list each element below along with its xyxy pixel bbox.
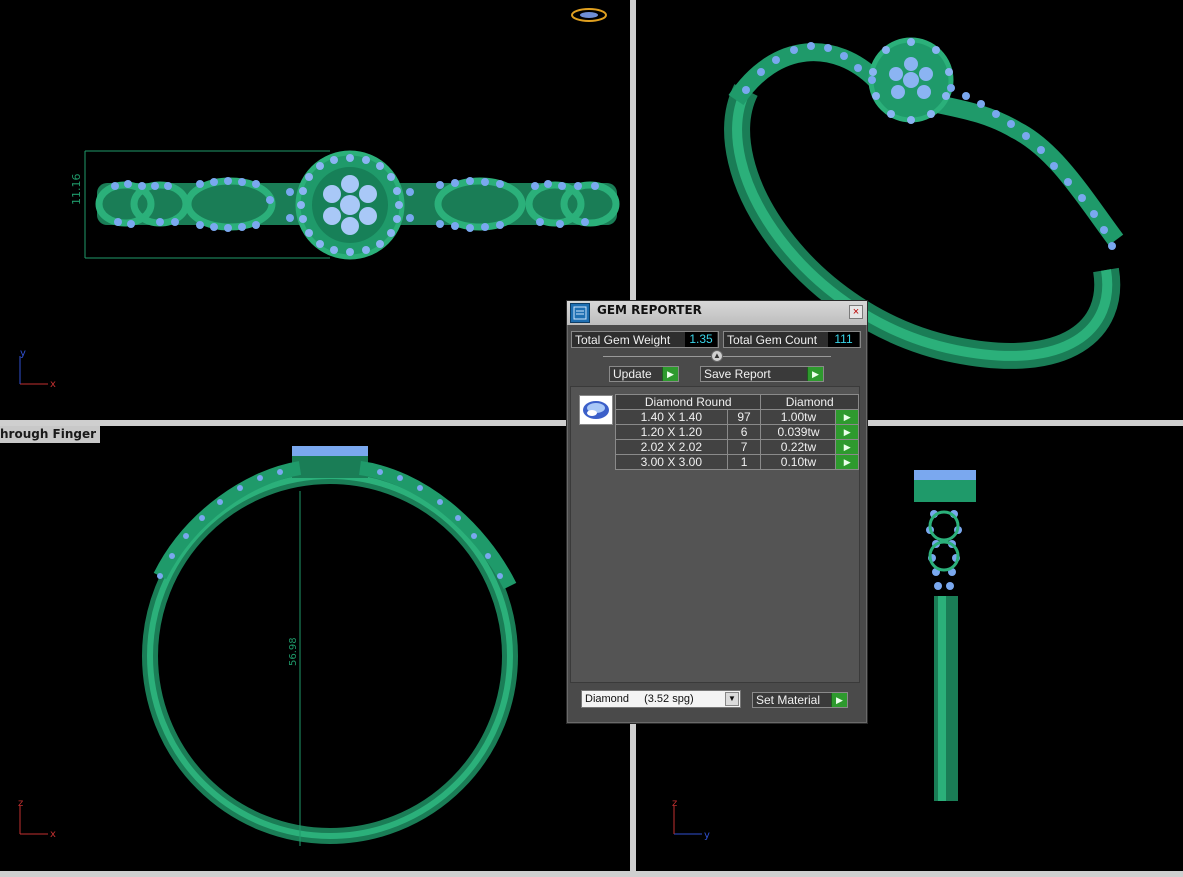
viewport-label: hrough Finger	[0, 426, 101, 443]
row-select-button[interactable]: ▶	[835, 424, 859, 440]
gem-size: 1.20 X 1.20	[615, 424, 728, 440]
row-select-button[interactable]: ▶	[835, 439, 859, 455]
gem-weight: 0.039tw	[760, 424, 837, 440]
gem-count: 97	[726, 409, 762, 425]
gem-reporter-titlebar[interactable]: GEM REPORTER ×	[567, 301, 867, 325]
gem-count: 6	[726, 424, 762, 440]
gem-weight: 1.00tw	[760, 409, 837, 425]
gem-count: 7	[726, 439, 762, 455]
svg-text:z: z	[18, 798, 23, 809]
axis-indicator-xz: x z	[18, 798, 56, 840]
total-gem-count-label: Total Gem Count	[727, 333, 818, 347]
total-gem-count-value: 111	[828, 332, 859, 347]
axis-indicator-xy: x y	[19, 348, 56, 390]
table-row[interactable]: 1.20 X 1.20 6 0.039tw ▶	[615, 424, 859, 440]
bottom-border	[0, 871, 1183, 877]
header-shape: Diamond Round	[614, 394, 762, 410]
through-finger-ring-render: 56.98	[142, 446, 518, 846]
material-select[interactable]: Diamond (3.52 spg) ▼	[581, 690, 741, 708]
viewport-front[interactable]: 11.16 x y	[0, 0, 630, 420]
play-icon: ▶	[807, 367, 823, 381]
update-label: Update	[613, 367, 652, 381]
gem-count: 1	[726, 454, 762, 470]
svg-text:x: x	[50, 829, 56, 840]
diameter-dimension: 56.98	[288, 637, 299, 666]
material-specific-gravity: (3.52 spg)	[644, 693, 694, 705]
gem-reporter-icon	[570, 303, 590, 323]
table-row[interactable]: 1.40 X 1.40 97 1.00tw ▶	[615, 409, 859, 425]
gem-list-area: Diamond Round Diamond 1.40 X 1.40 97 1.0…	[570, 386, 860, 683]
viewport-through-finger[interactable]: hrough Finger 56.98 x z	[0, 426, 630, 871]
svg-text:z: z	[672, 798, 677, 809]
table-row[interactable]: 3.00 X 3.00 1 0.10tw ▶	[615, 454, 859, 470]
play-icon: ▶	[831, 693, 847, 707]
row-select-button[interactable]: ▶	[835, 409, 859, 425]
svg-text:y: y	[704, 830, 710, 841]
axis-indicator-yz: y z	[672, 798, 710, 841]
row-select-button[interactable]: ▶	[835, 454, 859, 470]
gem-reporter-title: GEM REPORTER	[597, 303, 702, 317]
height-dimension: 11.16	[70, 174, 83, 206]
chevron-down-icon: ▼	[725, 692, 739, 706]
gem-table: Diamond Round Diamond 1.40 X 1.40 97 1.0…	[614, 394, 859, 470]
header-material: Diamond	[760, 394, 859, 410]
set-material-label: Set Material	[756, 693, 821, 707]
total-gem-weight-label: Total Gem Weight	[575, 333, 671, 347]
save-report-button[interactable]: Save Report ▶	[700, 366, 824, 382]
total-gem-count-box: Total Gem Count 111	[723, 331, 861, 348]
gem-size: 3.00 X 3.00	[615, 454, 728, 470]
gem-reporter-panel: GEM REPORTER × Total Gem Weight 1.35 Tot…	[566, 300, 868, 724]
play-icon: ▶	[662, 367, 678, 381]
gem-size: 2.02 X 2.02	[615, 439, 728, 455]
gem-weight: 0.10tw	[760, 454, 837, 470]
gem-weight: 0.22tw	[760, 439, 837, 455]
table-header-row: Diamond Round Diamond	[614, 394, 859, 410]
front-view-ring-render: 11.16	[70, 8, 620, 260]
close-button[interactable]: ×	[849, 305, 863, 319]
set-material-button[interactable]: Set Material ▶	[752, 692, 848, 708]
collapse-toggle[interactable]: ▲	[711, 350, 723, 362]
total-gem-weight-box: Total Gem Weight 1.35	[571, 331, 719, 348]
table-row[interactable]: 2.02 X 2.02 7 0.22tw ▶	[615, 439, 859, 455]
total-gem-weight-value: 1.35	[685, 332, 717, 347]
svg-text:x: x	[50, 379, 56, 390]
save-report-label: Save Report	[704, 367, 771, 381]
svg-text:y: y	[20, 348, 26, 359]
material-name: Diamond	[585, 693, 630, 705]
gem-size: 1.40 X 1.40	[615, 409, 728, 425]
diamond-round-icon[interactable]	[579, 395, 613, 425]
update-button[interactable]: Update ▶	[609, 366, 679, 382]
